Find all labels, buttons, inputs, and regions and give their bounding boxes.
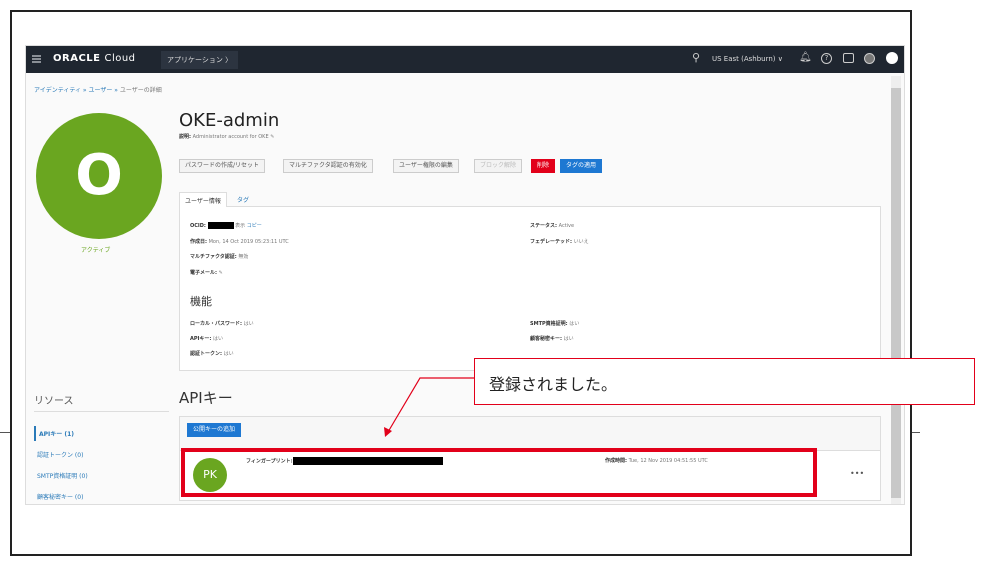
annotation-arrow bbox=[384, 377, 474, 437]
tab-user-info[interactable]: ユーザー情報 bbox=[179, 192, 227, 207]
callout-text: 登録されました。 bbox=[489, 375, 618, 394]
arrow-head bbox=[384, 427, 392, 437]
arrow-line bbox=[387, 377, 474, 433]
callout-box: 登録されました。 bbox=[474, 358, 975, 405]
